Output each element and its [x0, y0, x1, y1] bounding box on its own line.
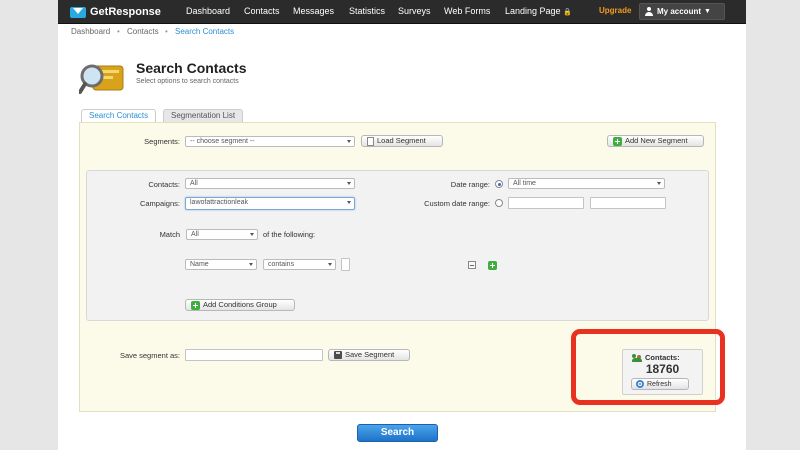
- chevron-down-icon: [347, 182, 351, 185]
- date-range-radio[interactable]: [495, 180, 503, 188]
- add-condition-icon[interactable]: [488, 261, 497, 270]
- nav-messages[interactable]: Messages: [293, 6, 334, 16]
- nav-web-forms[interactable]: Web Forms: [444, 6, 490, 16]
- custom-date-from-input[interactable]: [508, 197, 584, 209]
- document-icon: [367, 136, 374, 146]
- getresponse-logo-icon: [70, 6, 86, 18]
- nav-statistics[interactable]: Statistics: [349, 6, 385, 16]
- nav-contacts[interactable]: Contacts: [244, 6, 280, 16]
- save-segment-button-label: Save Segment: [345, 350, 395, 359]
- match-select-value: All: [191, 231, 199, 238]
- search-contacts-icon: [79, 64, 124, 94]
- tab-search-contacts[interactable]: Search Contacts: [81, 109, 157, 122]
- nav-landing-page[interactable]: Landing Page 🔒: [505, 6, 572, 16]
- lock-icon: 🔒: [563, 9, 572, 16]
- save-segment-label: Save segment as:: [119, 351, 180, 360]
- remove-condition-icon[interactable]: [468, 261, 476, 269]
- brand-name: GetResponse: [90, 6, 161, 18]
- date-range-select[interactable]: All time: [508, 178, 665, 189]
- brand-logo[interactable]: GetResponse: [70, 4, 161, 20]
- custom-date-range-radio[interactable]: [495, 199, 503, 207]
- segments-label: Segments:: [144, 137, 180, 146]
- chevron-down-icon: [250, 233, 254, 236]
- campaigns-label: Campaigns:: [139, 199, 180, 208]
- condition-value-input[interactable]: [341, 258, 350, 271]
- custom-date-range-label: Custom date range:: [424, 199, 490, 208]
- save-segment-input[interactable]: [185, 349, 323, 361]
- segment-select-value: -- choose segment --: [190, 138, 255, 145]
- my-account-label: My account: [657, 7, 702, 16]
- page-subtitle: Select options to search contacts: [136, 78, 239, 85]
- add-conditions-group-label: Add Conditions Group: [203, 300, 277, 309]
- nav-dashboard[interactable]: Dashboard: [186, 6, 230, 16]
- custom-date-to-input[interactable]: [590, 197, 666, 209]
- chevron-down-icon: [347, 140, 351, 143]
- segment-select[interactable]: -- choose segment --: [185, 136, 355, 147]
- breadcrumb-dashboard[interactable]: Dashboard: [71, 27, 110, 36]
- breadcrumb-contacts[interactable]: Contacts: [127, 27, 159, 36]
- chevron-down-icon: [657, 182, 661, 185]
- contacts-select[interactable]: All: [185, 178, 355, 189]
- add-conditions-group-button[interactable]: Add Conditions Group: [185, 299, 295, 311]
- page-title: Search Contacts: [136, 60, 247, 76]
- date-range-select-value: All time: [513, 180, 536, 187]
- load-segment-label: Load Segment: [377, 136, 426, 145]
- breadcrumb-separator: •: [165, 27, 168, 36]
- contacts-filter-label: Contacts:: [148, 180, 180, 189]
- chevron-down-icon: [328, 263, 332, 266]
- chevron-down-icon: [249, 263, 253, 266]
- add-icon: [613, 136, 622, 146]
- filter-box: [86, 170, 709, 321]
- chevron-down-icon: [347, 201, 351, 204]
- chevron-down-icon: ▼: [704, 8, 711, 15]
- user-icon: [645, 7, 653, 16]
- save-disk-icon: [334, 351, 342, 359]
- nav-landing-page-label: Landing Page: [505, 6, 561, 16]
- search-button[interactable]: Search: [357, 424, 438, 442]
- add-new-segment-label: Add New Segment: [625, 136, 688, 145]
- match-suffix: of the following:: [263, 230, 316, 239]
- date-range-label: Date range:: [450, 180, 490, 189]
- condition-operator-select[interactable]: contains: [263, 259, 336, 270]
- match-label: Match: [159, 230, 180, 239]
- add-icon: [191, 300, 200, 310]
- contacts-select-value: All: [190, 180, 198, 187]
- highlight-annotation: [571, 329, 725, 405]
- condition-field-select[interactable]: Name: [185, 259, 257, 270]
- match-select[interactable]: All: [186, 229, 258, 240]
- condition-operator-value: contains: [268, 261, 295, 268]
- tab-segmentation-list[interactable]: Segmentation List: [163, 109, 244, 122]
- save-segment-button[interactable]: Save Segment: [328, 349, 410, 361]
- breadcrumb-separator: •: [117, 27, 120, 36]
- condition-field-value: Name: [190, 261, 209, 268]
- breadcrumb-current: Search Contacts: [175, 27, 235, 36]
- load-segment-button[interactable]: Load Segment: [361, 135, 443, 147]
- upgrade-link[interactable]: Upgrade: [599, 6, 631, 15]
- campaigns-select[interactable]: lawofattractionleak: [185, 197, 355, 210]
- my-account-button[interactable]: My account ▼: [639, 3, 725, 20]
- top-nav-bar: GetResponse Dashboard Contacts Messages …: [58, 0, 746, 24]
- add-new-segment-button[interactable]: Add New Segment: [607, 135, 704, 147]
- campaigns-select-value: lawofattractionleak: [190, 199, 248, 206]
- nav-surveys[interactable]: Surveys: [398, 6, 431, 16]
